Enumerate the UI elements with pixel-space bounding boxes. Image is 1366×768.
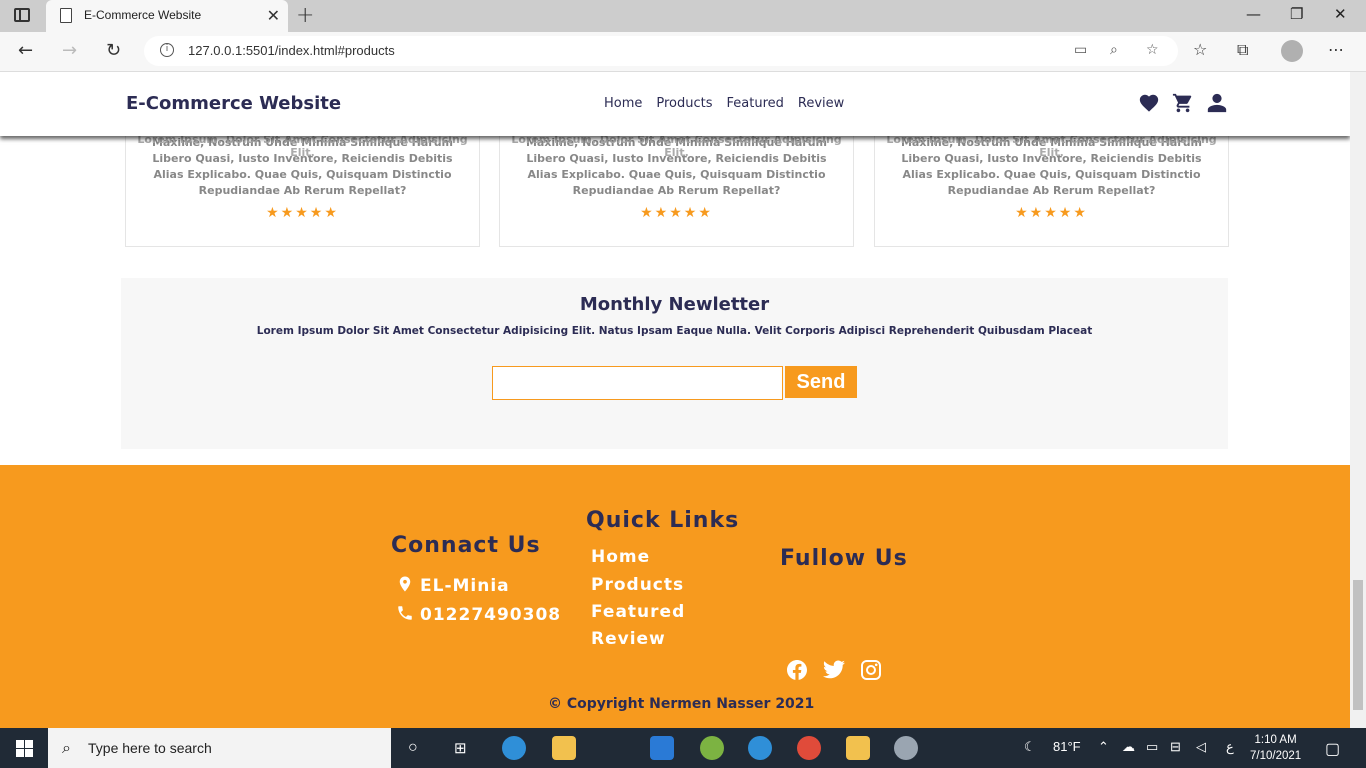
scrollbar-thumb[interactable] [1353, 580, 1363, 710]
tab-actions-icon[interactable] [14, 8, 30, 22]
profile-avatar[interactable] [1281, 40, 1303, 62]
zoom-icon[interactable]: ⌕ [1110, 42, 1118, 58]
site-logo[interactable]: E-Commerce Website [126, 93, 341, 114]
search-placeholder: Type here to search [88, 740, 212, 756]
file-explorer-icon[interactable] [552, 736, 576, 760]
footer-link-featured[interactable]: Featured [591, 602, 685, 622]
task-view-icon[interactable]: ⊞ [454, 739, 467, 757]
footer-link-home[interactable]: Home [591, 547, 650, 567]
collections-icon[interactable]: ⧉ [1237, 40, 1248, 60]
nav-home[interactable]: Home [604, 96, 642, 111]
user-icon[interactable] [1206, 92, 1228, 114]
tray-expand-icon[interactable]: ⌃ [1098, 739, 1109, 755]
main-nav: Home Products Featured Review [604, 96, 844, 111]
restore-icon[interactable]: ❐ [1290, 5, 1303, 23]
site-header: E-Commerce Website Home Products Feature… [0, 72, 1350, 136]
weather-temp[interactable]: 81°F [1053, 739, 1081, 754]
copyright-text: © Copyright Nermen Nasser 2021 [548, 696, 815, 712]
language-indicator[interactable]: ع [1226, 739, 1234, 755]
product-description-top: Lorem Ipsum, Dolor Sit Amet Consectetur … [886, 133, 1217, 159]
more-menu-icon[interactable]: ⋯ [1328, 40, 1344, 59]
reader-view-icon[interactable]: ▭ [1074, 42, 1087, 58]
close-window-icon[interactable]: ✕ [1334, 5, 1347, 23]
cart-icon[interactable] [1172, 92, 1194, 114]
taskbar-search[interactable]: ⌕ Type here to search [48, 728, 391, 768]
phone-item: 01227490308 [396, 604, 561, 625]
volume-icon[interactable]: ◁ [1196, 739, 1206, 755]
rating-stars: ★★★★★ [640, 205, 713, 221]
cloud-icon[interactable]: ☁ [1122, 739, 1135, 755]
phone-text: 01227490308 [420, 605, 562, 625]
forward-icon[interactable]: → [62, 40, 77, 61]
site-footer: Connact Us EL-Minia 01227490308 Quick Li… [0, 465, 1350, 728]
rating-stars: ★★★★★ [1015, 205, 1088, 221]
twitter-icon[interactable] [822, 658, 846, 682]
edge-active-icon[interactable] [748, 736, 772, 760]
facebook-icon[interactable] [785, 658, 809, 682]
location-item: EL-Minia [396, 575, 510, 596]
browser-tab-bar: E-Commerce Website ✕ + — ❐ ✕ [0, 0, 1366, 32]
windows-start-icon[interactable] [16, 740, 33, 757]
page-icon [60, 8, 72, 23]
newsletter-text: Lorem Ipsum Dolor Sit Amet Consectetur A… [256, 325, 1093, 337]
network-icon[interactable]: ⊟ [1170, 739, 1181, 755]
browser-toolbar: ← → ↻ i 127.0.0.1:5501/index.html#produc… [0, 32, 1366, 72]
nav-review[interactable]: Review [798, 96, 844, 111]
system-clock[interactable]: 1:10 AM 7/10/2021 [1250, 732, 1301, 764]
mail-icon[interactable] [650, 736, 674, 760]
new-tab-icon[interactable]: + [296, 3, 314, 28]
heart-icon[interactable] [1138, 92, 1160, 114]
footer-link-products[interactable]: Products [591, 575, 684, 595]
browser-tab[interactable]: E-Commerce Website ✕ [46, 0, 288, 32]
favorite-add-icon[interactable]: ☆ [1146, 42, 1159, 58]
favorites-icon[interactable]: ☆ [1193, 40, 1207, 59]
minimize-icon[interactable]: — [1246, 5, 1261, 23]
app-icon[interactable] [846, 736, 870, 760]
product-description-top: Lorem Ipsum, Dolor Sit Amet Consectetur … [137, 133, 468, 159]
page-viewport: Lorem Ipsum, Dolor Sit Amet Consectetur … [0, 72, 1350, 728]
location-text: EL-Minia [420, 576, 510, 596]
map-marker-icon [399, 576, 411, 592]
paint-icon[interactable] [894, 736, 918, 760]
weather-moon-icon[interactable]: ☾ [1024, 739, 1036, 755]
contact-title: Connact Us [391, 533, 541, 558]
edge-app-icon[interactable] [502, 736, 526, 760]
clock-time: 1:10 AM [1254, 734, 1297, 746]
footer-link-review[interactable]: Review [591, 629, 666, 649]
tab-title: E-Commerce Website [84, 8, 202, 22]
product-description-top: Lorem Ipsum, Dolor Sit Amet Consectetur … [511, 133, 842, 159]
follow-title: Fullow Us [780, 546, 908, 571]
cortana-icon[interactable]: ○ [408, 739, 418, 757]
rating-stars: ★★★★★ [266, 205, 339, 221]
app-icon[interactable] [700, 736, 724, 760]
address-bar[interactable]: i 127.0.0.1:5501/index.html#products ▭ ⌕… [144, 36, 1178, 66]
send-button[interactable]: Send [785, 366, 857, 398]
newsletter-section: Monthly Newletter Lorem Ipsum Dolor Sit … [121, 278, 1228, 449]
refresh-icon[interactable]: ↻ [106, 40, 121, 61]
newsletter-title: Monthly Newletter [579, 294, 770, 315]
search-icon: ⌕ [62, 738, 71, 757]
newsletter-email-input[interactable] [492, 366, 783, 400]
close-tab-icon[interactable]: ✕ [267, 6, 280, 25]
chrome-icon[interactable] [797, 736, 821, 760]
clock-date: 7/10/2021 [1250, 750, 1302, 762]
site-info-icon[interactable]: i [160, 43, 174, 57]
notifications-icon[interactable]: ▢ [1325, 739, 1340, 759]
battery-icon[interactable]: ▭ [1146, 739, 1158, 755]
windows-taskbar: ⌕ Type here to search ○ ⊞ ☾ 81°F ⌃ ☁ ▭ ⊟… [0, 728, 1366, 768]
nav-featured[interactable]: Featured [727, 96, 784, 111]
back-icon[interactable]: ← [18, 40, 33, 61]
url-text[interactable]: 127.0.0.1:5501/index.html#products [188, 43, 395, 58]
nav-products[interactable]: Products [656, 96, 712, 111]
header-icons [1138, 92, 1228, 114]
phone-icon [398, 606, 412, 620]
instagram-icon[interactable] [859, 658, 883, 682]
quick-links-title: Quick Links [586, 508, 740, 533]
page-scrollbar[interactable] [1350, 72, 1366, 728]
